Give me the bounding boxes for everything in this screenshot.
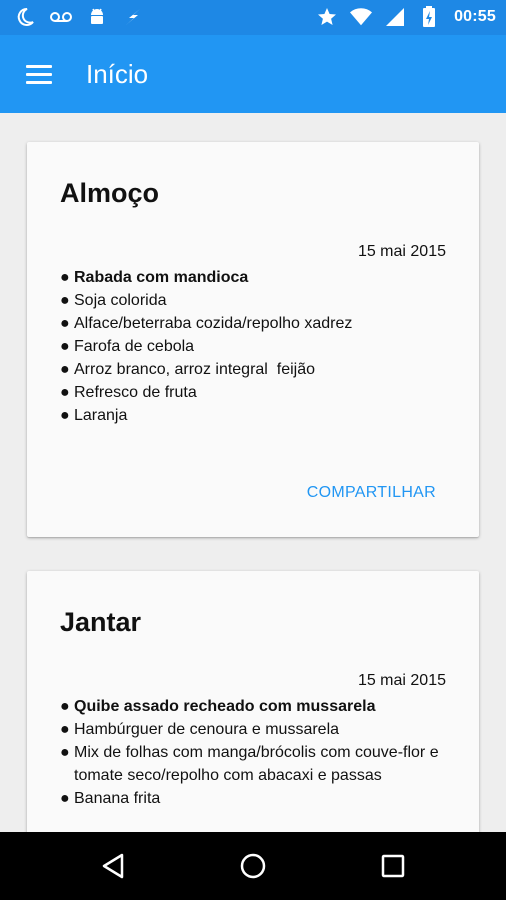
card-title: Almoço — [60, 178, 160, 208]
dinner-card: Jantar 15 mai 2015 ● Quibe assado rechead… — [27, 571, 479, 832]
list-item: ● Farofa de cebola — [60, 338, 195, 355]
navigation-bar — [0, 832, 506, 900]
flash-icon — [122, 6, 144, 28]
back-icon[interactable] — [97, 850, 129, 882]
moon-icon — [14, 6, 36, 28]
hamburger-menu-icon[interactable] — [16, 56, 62, 92]
list-item: ● Hambúrguer de cenoura e mussarela — [60, 721, 340, 738]
page-title: Início — [86, 59, 149, 89]
home-icon[interactable] — [237, 850, 269, 882]
menu-list: ● Quibe assado recheado com mussarela ● Ha… — [60, 695, 446, 810]
list-item: ● Mix de folhas com manga/brócolis com co… — [60, 744, 439, 784]
signal-icon — [384, 6, 406, 28]
card-date: 15 mai 2015 — [357, 243, 446, 260]
list-item: ● Quibe assado recheado com mussarela — [60, 698, 376, 715]
card-title: Jantar — [60, 607, 142, 637]
feed[interactable]: Almoço 15 mai 2015 ● Rabada com mandioca … — [0, 113, 506, 832]
app-bar: Início — [0, 35, 506, 113]
recent-apps-icon[interactable] — [377, 850, 409, 882]
voicemail-icon — [50, 6, 72, 28]
battery-charging-icon — [418, 6, 440, 28]
list-item: ● Soja colorida — [60, 292, 167, 309]
android-icon — [86, 6, 108, 28]
list-item: ● Alface/beterraba cozida/repolho xadrez — [60, 315, 353, 332]
list-item: ● Arroz branco, arroz integral feijão — [60, 361, 315, 378]
lunch-card: Almoço 15 mai 2015 ● Rabada com mandioca … — [27, 142, 479, 537]
menu-list: ● Rabada com mandioca ● Soja colorida ● Alf… — [60, 266, 446, 427]
list-item: ● Rabada com mandioca — [60, 269, 249, 286]
share-button[interactable]: COMPARTILHAR — [307, 484, 436, 502]
star-icon — [316, 6, 338, 28]
list-item: ● Refresco de fruta — [60, 384, 197, 401]
status-bar: 00:55 — [0, 0, 506, 35]
list-item: ● Laranja — [60, 407, 128, 424]
card-date: 15 mai 2015 — [357, 672, 446, 689]
wifi-icon — [350, 6, 373, 28]
list-item: ● Banana frita — [60, 790, 161, 807]
status-time: 00:55 — [454, 8, 496, 25]
